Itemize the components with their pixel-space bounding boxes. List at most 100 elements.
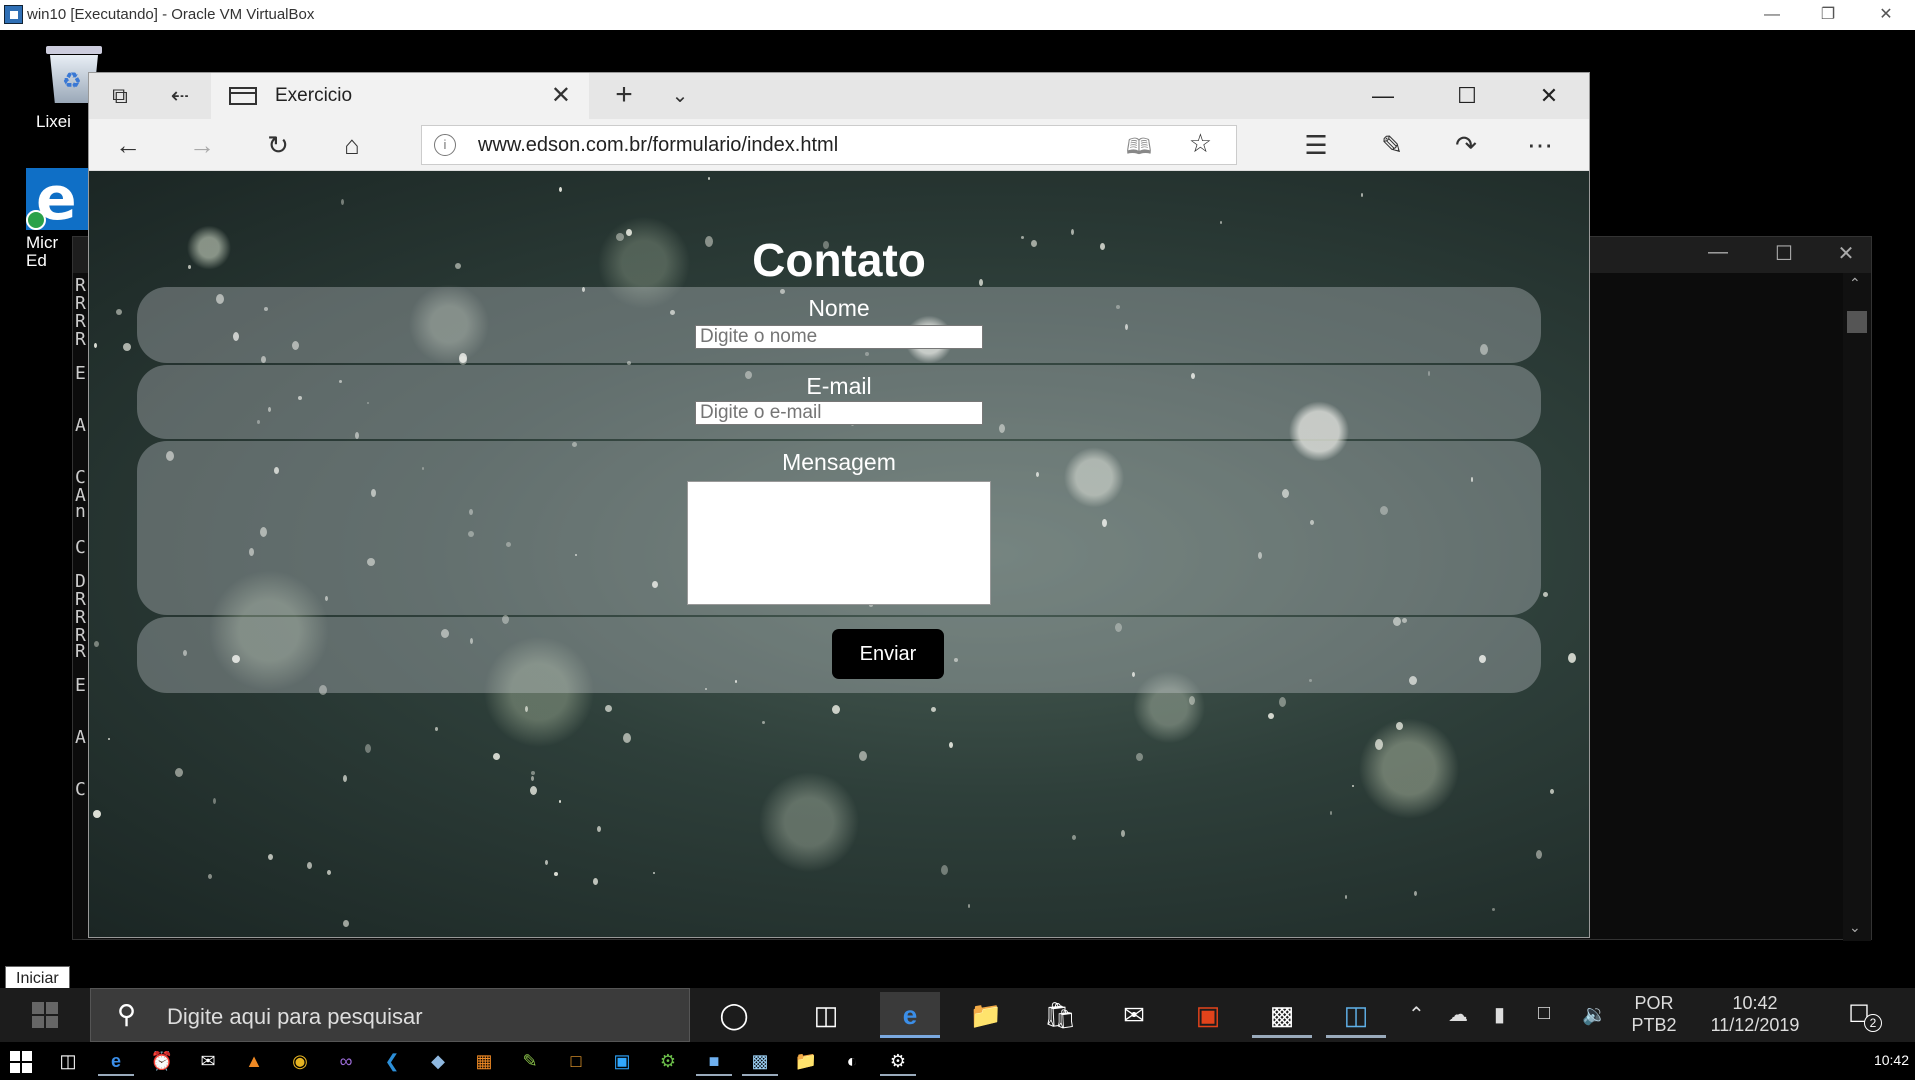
- browser-close-icon[interactable]: ✕: [1507, 73, 1591, 119]
- host-taskbar: ◫ e ⏰ ✉ ▲ ◉ ∞ ❮ ◆ ▦ ✎ □ ▣ ⚙ ■ ▩ 📁 ◐ ⚙ 10…: [0, 1042, 1915, 1080]
- app-icon[interactable]: ▩: [742, 1046, 778, 1076]
- sublime-icon[interactable]: □: [558, 1046, 594, 1076]
- chevron-down-icon[interactable]: ⌄: [655, 73, 705, 119]
- onedrive-icon[interactable]: ☁: [1448, 1002, 1468, 1027]
- edge-browser-window: ⧉ ⇠ Exercicio ✕ + ⌄ — ☐ ✕ ← → ↻ ⌂ i www.…: [88, 72, 1590, 938]
- vlc-icon[interactable]: ▲: [236, 1046, 272, 1076]
- photoshop-icon[interactable]: ▣: [604, 1046, 640, 1076]
- task-view-icon[interactable]: ◫: [50, 1046, 86, 1076]
- email-input[interactable]: [695, 401, 983, 425]
- restore-icon[interactable]: ❐: [1808, 2, 1848, 28]
- snowflake: [1189, 696, 1195, 705]
- console-scrollbar[interactable]: ⌃ ⌄: [1843, 273, 1871, 941]
- edge-icon[interactable]: e: [880, 992, 940, 1038]
- virtualbox-icon: [4, 5, 23, 24]
- snowflake: [1396, 722, 1403, 730]
- send-button[interactable]: Enviar: [832, 629, 944, 679]
- minimize-icon[interactable]: —: [1752, 2, 1792, 28]
- task-view-icon[interactable]: ◫: [796, 992, 856, 1038]
- network-icon[interactable]: □: [1538, 1002, 1550, 1025]
- volume-icon[interactable]: 🔉: [1582, 1002, 1607, 1027]
- console-maximize-icon[interactable]: ☐: [1759, 241, 1809, 266]
- snowflake: [597, 826, 601, 832]
- app-icon[interactable]: ⚙: [880, 1046, 916, 1076]
- taskbar-clock[interactable]: 10:42 11/12/2019: [1694, 992, 1816, 1036]
- pen-icon[interactable]: ✎: [1367, 125, 1417, 165]
- url-text[interactable]: www.edson.com.br/formulario/index.html: [478, 134, 838, 157]
- snowflake: [1568, 653, 1576, 663]
- tab-preview-icon[interactable]: ⧉: [91, 73, 149, 119]
- language-indicator[interactable]: POR PTB2: [1626, 992, 1682, 1036]
- windows-start-icon[interactable]: [10, 994, 78, 1036]
- snowflake: [1136, 753, 1143, 761]
- mail-icon[interactable]: ✉: [1104, 992, 1164, 1038]
- scroll-up-icon[interactable]: ⌃: [1849, 275, 1861, 292]
- console-close-icon[interactable]: ✕: [1821, 241, 1871, 266]
- snowflake: [531, 776, 534, 781]
- app-icon[interactable]: ◆: [420, 1046, 456, 1076]
- remote-desktop-icon[interactable]: ◫: [1326, 992, 1386, 1038]
- favorite-star-icon[interactable]: ☆: [1189, 128, 1212, 159]
- scroll-down-icon[interactable]: ⌄: [1849, 919, 1861, 936]
- cmd-icon[interactable]: ▩: [1252, 992, 1312, 1038]
- message-textarea[interactable]: [687, 481, 991, 605]
- snowflake: [1536, 850, 1542, 859]
- snowflake: [859, 751, 867, 761]
- snowflake: [1361, 193, 1363, 197]
- app-icon[interactable]: ▦: [466, 1046, 502, 1076]
- file-explorer-icon[interactable]: 📁: [788, 1046, 824, 1076]
- back-arrow-icon[interactable]: ←: [103, 125, 153, 165]
- browser-minimize-icon[interactable]: —: [1341, 73, 1425, 119]
- file-explorer-icon[interactable]: 📁: [956, 992, 1016, 1038]
- submit-row: Enviar: [137, 617, 1541, 693]
- name-label: Nome: [808, 295, 870, 321]
- favorites-icon[interactable]: ☰: [1291, 125, 1341, 165]
- message-row: Mensagem: [137, 441, 1541, 615]
- notification-center-icon[interactable]: ☐ 2: [1832, 994, 1886, 1036]
- tab-bar: ⧉ ⇠ Exercicio ✕ + ⌄ — ☐ ✕: [89, 73, 1589, 119]
- more-icon[interactable]: ⋯: [1515, 125, 1565, 165]
- vscode-icon[interactable]: ❮: [374, 1046, 410, 1076]
- office-icon[interactable]: ▣: [1178, 992, 1238, 1038]
- store-icon[interactable]: 🛍: [1030, 992, 1090, 1038]
- tab-exercicio[interactable]: Exercicio ✕: [211, 73, 589, 119]
- console-char: A: [75, 727, 86, 748]
- app-icon[interactable]: ⚙: [650, 1046, 686, 1076]
- host-start-icon[interactable]: [10, 1051, 32, 1073]
- home-icon[interactable]: ⌂: [327, 125, 377, 165]
- close-icon[interactable]: ✕: [1866, 2, 1906, 28]
- chrome-icon[interactable]: ◉: [282, 1046, 318, 1076]
- edge-icon[interactable]: e: [98, 1046, 134, 1076]
- share-icon[interactable]: ↷: [1441, 125, 1491, 165]
- tab-close-icon[interactable]: ✕: [551, 81, 571, 110]
- name-input[interactable]: [695, 325, 983, 349]
- taskbar-search[interactable]: ⚲ Digite aqui para pesquisar: [90, 988, 690, 1042]
- battery-icon[interactable]: ▮: [1494, 1002, 1505, 1027]
- chevron-up-icon[interactable]: ⌃: [1408, 1002, 1425, 1027]
- scroll-thumb[interactable]: [1847, 311, 1867, 333]
- cortana-icon[interactable]: ◯: [704, 992, 764, 1038]
- browser-maximize-icon[interactable]: ☐: [1425, 73, 1509, 119]
- virtualbox-icon[interactable]: ■: [696, 1046, 732, 1076]
- snowflake: [1345, 895, 1347, 899]
- forward-arrow-icon[interactable]: →: [177, 125, 227, 165]
- mail-icon[interactable]: ✉: [190, 1046, 226, 1076]
- address-bar[interactable]: i www.edson.com.br/formulario/index.html…: [421, 125, 1237, 165]
- console-minimize-icon[interactable]: —: [1693, 241, 1743, 264]
- snowflake: [832, 705, 840, 714]
- alarm-icon[interactable]: ⏰: [144, 1046, 180, 1076]
- console-char: n: [75, 501, 86, 522]
- refresh-icon[interactable]: ↻: [253, 125, 303, 165]
- virtualbox-titlebar: win10 [Executando] - Oracle VM VirtualBo…: [0, 0, 1915, 30]
- visual-studio-icon[interactable]: ∞: [328, 1046, 364, 1076]
- reading-view-icon[interactable]: 🕮: [1126, 130, 1152, 168]
- snowflake: [1550, 789, 1554, 794]
- notepad-icon[interactable]: ✎: [512, 1046, 548, 1076]
- page-title: Contato: [752, 234, 926, 286]
- host-clock[interactable]: 10:42: [1874, 1052, 1909, 1068]
- app-icon[interactable]: ◐: [834, 1046, 870, 1076]
- set-aside-tabs-icon[interactable]: ⇠: [151, 73, 209, 119]
- info-icon[interactable]: i: [434, 134, 456, 156]
- snowflake: [1492, 908, 1495, 911]
- new-tab-icon[interactable]: +: [599, 73, 649, 119]
